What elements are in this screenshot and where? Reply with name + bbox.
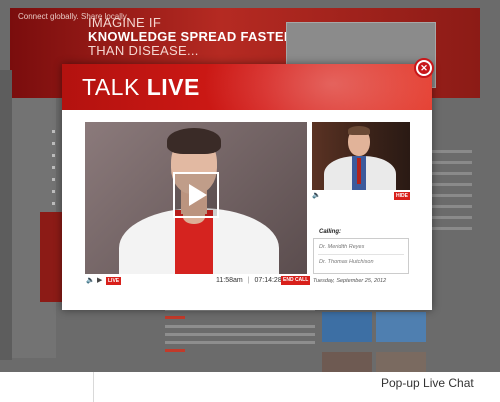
calling-participant: Dr. Thomas Hutchison <box>319 259 374 265</box>
play-button[interactable] <box>173 172 219 218</box>
play-icon <box>189 184 207 206</box>
site-left-edge <box>0 70 12 360</box>
current-time: 11:58am <box>216 277 243 284</box>
calling-label: Calling: <box>319 229 341 235</box>
doctor2-hair <box>348 126 370 135</box>
elapsed-time: 07:14:28 <box>254 277 282 284</box>
modal-header: TALK LIVE <box>62 64 432 110</box>
hero-line-1: IMAGINE IF <box>88 15 162 30</box>
speaker-icon[interactable]: 🔈 <box>86 276 95 285</box>
modal-title: TALK LIVE <box>82 74 200 100</box>
end-call-button[interactable]: END CALL <box>281 276 311 285</box>
modal-title-light: TALK <box>82 74 140 100</box>
main-video-player[interactable] <box>85 122 307 274</box>
main-video-controls: 🔈 ▶ LIVE 11:58am | 07:14:28 END CALL <box>85 275 311 287</box>
calling-participant: Dr. Meridith Reyes <box>319 244 365 250</box>
site-nav-bullets <box>48 130 60 214</box>
hero-line-2: KNOWLEDGE SPREAD FASTER <box>88 29 294 44</box>
doctor2-tie <box>357 158 361 184</box>
talk-live-modal: TALK LIVE 🔈 ▶ LIVE 11:58am | 07:14:28 EN… <box>62 64 432 310</box>
caption: Pop-up Live Chat <box>381 376 474 390</box>
divider <box>318 254 404 255</box>
hide-button[interactable]: HIDE <box>394 192 410 200</box>
self-view-controls: 🔈 HIDE <box>312 191 410 201</box>
close-button[interactable]: ✕ <box>414 58 434 78</box>
speaker-icon[interactable]: 🔈 <box>312 191 321 200</box>
calling-list: Dr. Meridith Reyes Dr. Thomas Hutchison <box>313 238 409 274</box>
hero-headline: IMAGINE IF KNOWLEDGE SPREAD FASTER THAN … <box>88 16 294 58</box>
site-news-list <box>165 300 315 370</box>
divider <box>93 372 94 402</box>
modal-title-bold: LIVE <box>146 74 200 100</box>
call-time-readout: 11:58am | 07:14:28 <box>216 276 282 285</box>
time-separator: | <box>247 277 250 284</box>
doctor-hair <box>167 128 221 154</box>
close-icon: ✕ <box>418 62 430 74</box>
play-small-icon[interactable]: ▶ <box>97 276 102 285</box>
site-thumbnails <box>322 312 482 372</box>
live-badge: LIVE <box>106 277 122 285</box>
self-view-video[interactable] <box>312 122 410 190</box>
hero-line-3: THAN DISEASE... <box>88 43 199 58</box>
call-date: Tuesday, September 25, 2012 <box>313 278 387 284</box>
site-right-links <box>432 150 472 280</box>
